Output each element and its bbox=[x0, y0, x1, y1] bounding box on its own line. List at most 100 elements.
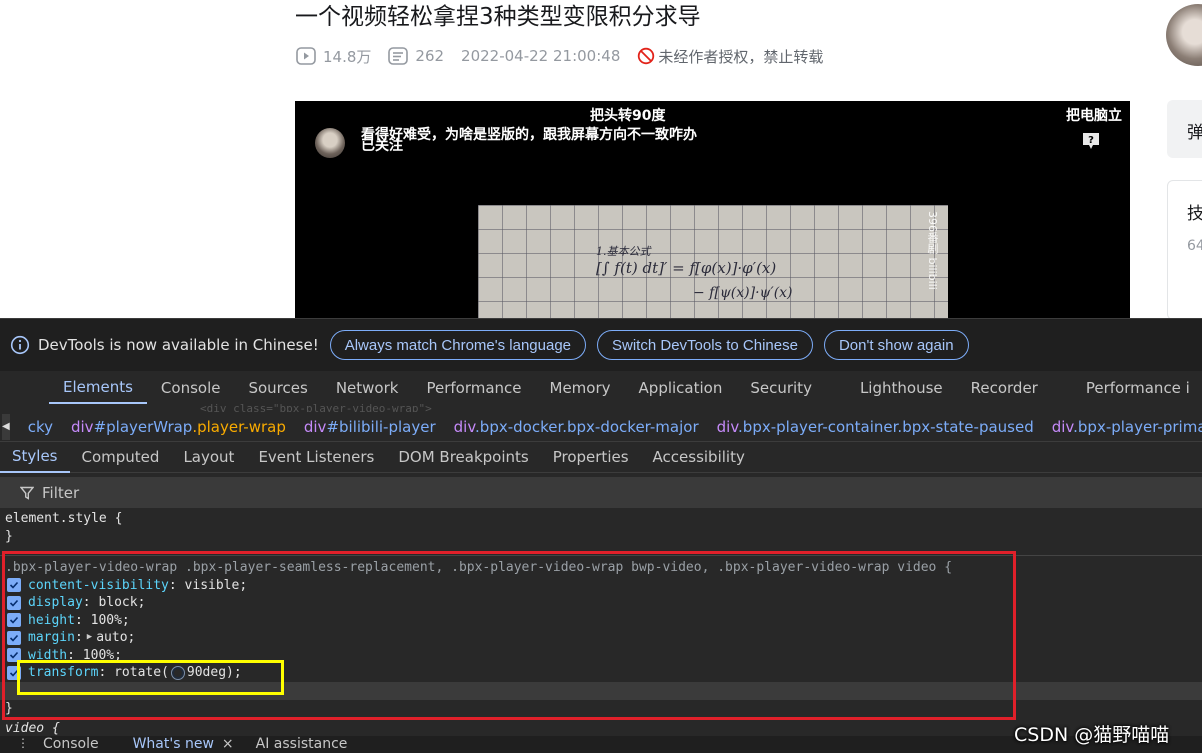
devtools-toolbar: Elements Console Sources Network Perform… bbox=[0, 371, 1202, 404]
declaration-checkbox[interactable] bbox=[7, 595, 21, 610]
breadcrumb-item[interactable]: div.bpx-player-primary-area bbox=[1052, 418, 1202, 436]
subtab-properties[interactable]: Properties bbox=[541, 442, 641, 473]
expand-triangle-icon[interactable]: ▶ bbox=[87, 629, 92, 647]
angle-editor-icon[interactable] bbox=[170, 665, 185, 680]
drawer-tab-ai-assistance[interactable]: AI assistance bbox=[256, 736, 348, 752]
declaration-checkbox[interactable] bbox=[7, 578, 21, 593]
recommend-panel[interactable]: 技 64 bbox=[1167, 180, 1202, 318]
tab-console[interactable]: Console bbox=[147, 371, 235, 404]
video-meta: 14.8万 262 2022-04-22 21:00:48 未经作者授权，禁止转… bbox=[296, 46, 840, 66]
question-icon[interactable]: ? bbox=[1081, 132, 1101, 150]
declaration-row[interactable]: height: 100%; bbox=[0, 612, 1202, 630]
tab-security[interactable]: Security bbox=[736, 371, 826, 404]
subtab-styles[interactable]: Styles bbox=[0, 442, 70, 473]
breadcrumb: ◀ cky div#playerWrap.player-wrap div#bil… bbox=[0, 412, 1202, 442]
rule-selector[interactable]: .bpx-player-video-wrap .bpx-player-seaml… bbox=[0, 559, 1202, 577]
subtab-event-listeners[interactable]: Event Listeners bbox=[246, 442, 386, 473]
drawer-tab-whats-new[interactable]: What's new bbox=[133, 736, 214, 752]
switch-to-chinese-button[interactable]: Switch DevTools to Chinese bbox=[597, 330, 813, 360]
language-infobar: DevTools is now available in Chinese! Al… bbox=[0, 318, 1202, 371]
declaration-checkbox[interactable] bbox=[7, 665, 21, 680]
danmaku-stat: 262 bbox=[388, 47, 444, 65]
csdn-watermark: CSDN @猫野喵喵 bbox=[1014, 724, 1170, 746]
dont-show-again-button[interactable]: Don't show again bbox=[823, 330, 969, 360]
property-name[interactable]: height bbox=[28, 612, 75, 630]
tab-elements[interactable]: Elements bbox=[49, 371, 147, 404]
video-title: 一个视频轻松拿捏3种类型变限积分求导 bbox=[295, 4, 701, 30]
property-name[interactable]: width bbox=[28, 647, 67, 665]
breadcrumb-item[interactable]: cky bbox=[28, 418, 53, 436]
breadcrumb-item[interactable]: div#bilibili-player bbox=[304, 418, 436, 436]
declaration-row[interactable]: width: 100%; bbox=[0, 647, 1202, 665]
property-value-prefix[interactable]: rotate( bbox=[114, 664, 169, 682]
property-name[interactable]: content-visibility bbox=[28, 577, 169, 595]
drawer-tab-console[interactable]: Console bbox=[43, 736, 99, 752]
repost-notice: 未经作者授权，禁止转载 bbox=[637, 46, 823, 67]
closing-brace: } bbox=[5, 528, 13, 544]
tab-memory[interactable]: Memory bbox=[536, 371, 625, 404]
declaration-row[interactable]: transform: rotate( 90deg); bbox=[0, 664, 1202, 682]
danmaku-comment: 把电脑立 bbox=[1066, 108, 1122, 124]
declaration-row[interactable]: display: block; bbox=[0, 594, 1202, 612]
devtools-panel: DevTools is now available in Chinese! Al… bbox=[0, 318, 1202, 753]
declaration-checkbox[interactable] bbox=[7, 630, 21, 645]
breadcrumb-item[interactable]: div.bpx-docker.bpx-docker-major bbox=[454, 418, 699, 436]
danmaku-comment: 把头转90度 bbox=[590, 108, 666, 124]
declaration-checkbox[interactable] bbox=[7, 613, 21, 628]
webpage: 一个视频轻松拿捏3种类型变限积分求导 14.8万 262 2022-04-22 … bbox=[0, 0, 1202, 318]
subtab-computed[interactable]: Computed bbox=[70, 442, 172, 473]
more-menu-icon[interactable]: ⋮ bbox=[17, 736, 29, 750]
user-avatar[interactable] bbox=[1166, 4, 1202, 66]
svg-text:?: ? bbox=[1088, 135, 1094, 146]
styles-pane: element.style { } .bpx-player-video-wrap… bbox=[0, 510, 1202, 738]
property-name[interactable]: display bbox=[28, 594, 83, 612]
match-language-button[interactable]: Always match Chrome's language bbox=[329, 330, 587, 360]
property-value[interactable]: 100%; bbox=[91, 612, 130, 630]
declaration-checkbox[interactable] bbox=[7, 648, 21, 663]
recommend-panel-label: 技 bbox=[1187, 204, 1202, 224]
breadcrumb-scroll-left-icon[interactable]: ◀ bbox=[2, 413, 10, 440]
subtab-layout[interactable]: Layout bbox=[171, 442, 246, 473]
infobar-message: DevTools is now available in Chinese! bbox=[38, 336, 319, 354]
property-name[interactable]: margin bbox=[28, 629, 75, 647]
forbidden-icon bbox=[638, 47, 655, 65]
info-icon bbox=[10, 335, 30, 355]
tab-application[interactable]: Application bbox=[625, 371, 737, 404]
breadcrumb-item[interactable]: div.bpx-player-container.bpx-state-pause… bbox=[717, 418, 1034, 436]
rule-separator bbox=[0, 555, 1202, 556]
subtab-accessibility[interactable]: Accessibility bbox=[641, 442, 757, 473]
declaration-row[interactable]: content-visibility: visible; bbox=[0, 577, 1202, 595]
danmaku-panel[interactable]: 弹 bbox=[1167, 100, 1202, 158]
property-value[interactable]: block; bbox=[98, 594, 145, 612]
tab-performance-insights[interactable]: Performance i bbox=[1072, 371, 1202, 404]
property-value[interactable]: visible; bbox=[185, 577, 248, 595]
tab-recorder[interactable]: Recorder bbox=[957, 371, 1052, 404]
tab-lighthouse[interactable]: Lighthouse bbox=[846, 371, 957, 404]
breadcrumb-item[interactable]: div#playerWrap.player-wrap bbox=[71, 418, 286, 436]
styles-subtabs: Styles Computed Layout Event Listeners D… bbox=[0, 442, 1202, 473]
views-stat: 14.8万 bbox=[296, 46, 371, 67]
filter-placeholder: Filter bbox=[42, 483, 80, 502]
tab-performance[interactable]: Performance bbox=[412, 371, 535, 404]
tab-sources[interactable]: Sources bbox=[234, 371, 321, 404]
property-value[interactable]: auto; bbox=[96, 629, 135, 647]
new-declaration-row[interactable] bbox=[0, 681, 1202, 700]
views-count: 14.8万 bbox=[323, 47, 372, 66]
property-value-suffix[interactable]: 90deg); bbox=[187, 664, 242, 682]
uploader-avatar[interactable] bbox=[315, 128, 345, 158]
frame-watermark: 396番剧 bilibili bbox=[926, 211, 939, 290]
property-value[interactable]: 100%; bbox=[83, 647, 122, 665]
follow-status[interactable]: 已关注 bbox=[361, 135, 403, 155]
repost-notice-text: 未经作者授权，禁止转载 bbox=[658, 47, 824, 66]
video-player[interactable]: 把头转90度 看得好难受，为啥是竖版的，跟我屏幕方向不一致咋办 把电脑立 已关注… bbox=[295, 101, 1130, 318]
closing-brace: } bbox=[5, 700, 13, 716]
property-name[interactable]: transform bbox=[28, 664, 98, 682]
publish-datetime: 2022-04-22 21:00:48 bbox=[461, 47, 621, 65]
recommend-panel-count: 64 bbox=[1187, 238, 1202, 254]
subtab-dom-breakpoints[interactable]: DOM Breakpoints bbox=[386, 442, 540, 473]
styles-filter[interactable]: Filter bbox=[0, 477, 1202, 508]
tab-network[interactable]: Network bbox=[322, 371, 413, 404]
element-style-selector[interactable]: element.style { bbox=[0, 510, 1202, 528]
declaration-row[interactable]: margin: ▶ auto; bbox=[0, 629, 1202, 647]
close-icon[interactable]: × bbox=[222, 736, 234, 752]
